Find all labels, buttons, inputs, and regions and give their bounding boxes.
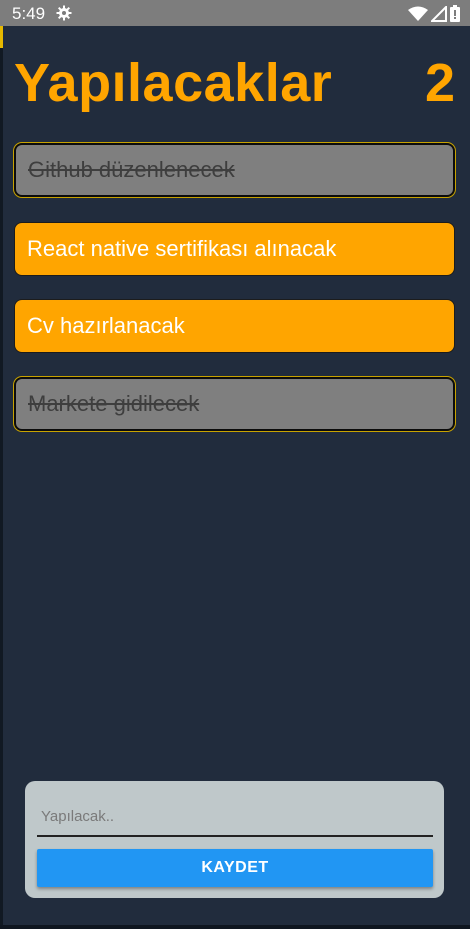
todo-item[interactable]: Github düzenlenecek [14, 143, 455, 197]
todo-input-wrapper [37, 797, 433, 837]
gear-icon [56, 5, 72, 21]
battery-icon [450, 5, 460, 22]
todo-item[interactable]: Markete gidilecek [14, 377, 455, 431]
status-bar: 5:49 [0, 0, 470, 26]
wifi-icon [408, 6, 428, 21]
todo-input[interactable] [37, 797, 433, 835]
new-todo-form: KAYDET [25, 781, 444, 898]
left-edge-accent [0, 26, 3, 48]
left-edge [0, 26, 3, 929]
status-time: 5:49 [12, 4, 46, 23]
save-button[interactable]: KAYDET [37, 849, 433, 887]
todo-item[interactable]: Cv hazırlanacak [14, 299, 455, 353]
bottom-edge [0, 925, 470, 929]
todo-item[interactable]: React native sertifikası alınacak [14, 222, 455, 276]
page-title: Yapılacaklar [14, 53, 333, 113]
signal-icon [431, 5, 447, 22]
pending-count: 2 [424, 53, 455, 113]
